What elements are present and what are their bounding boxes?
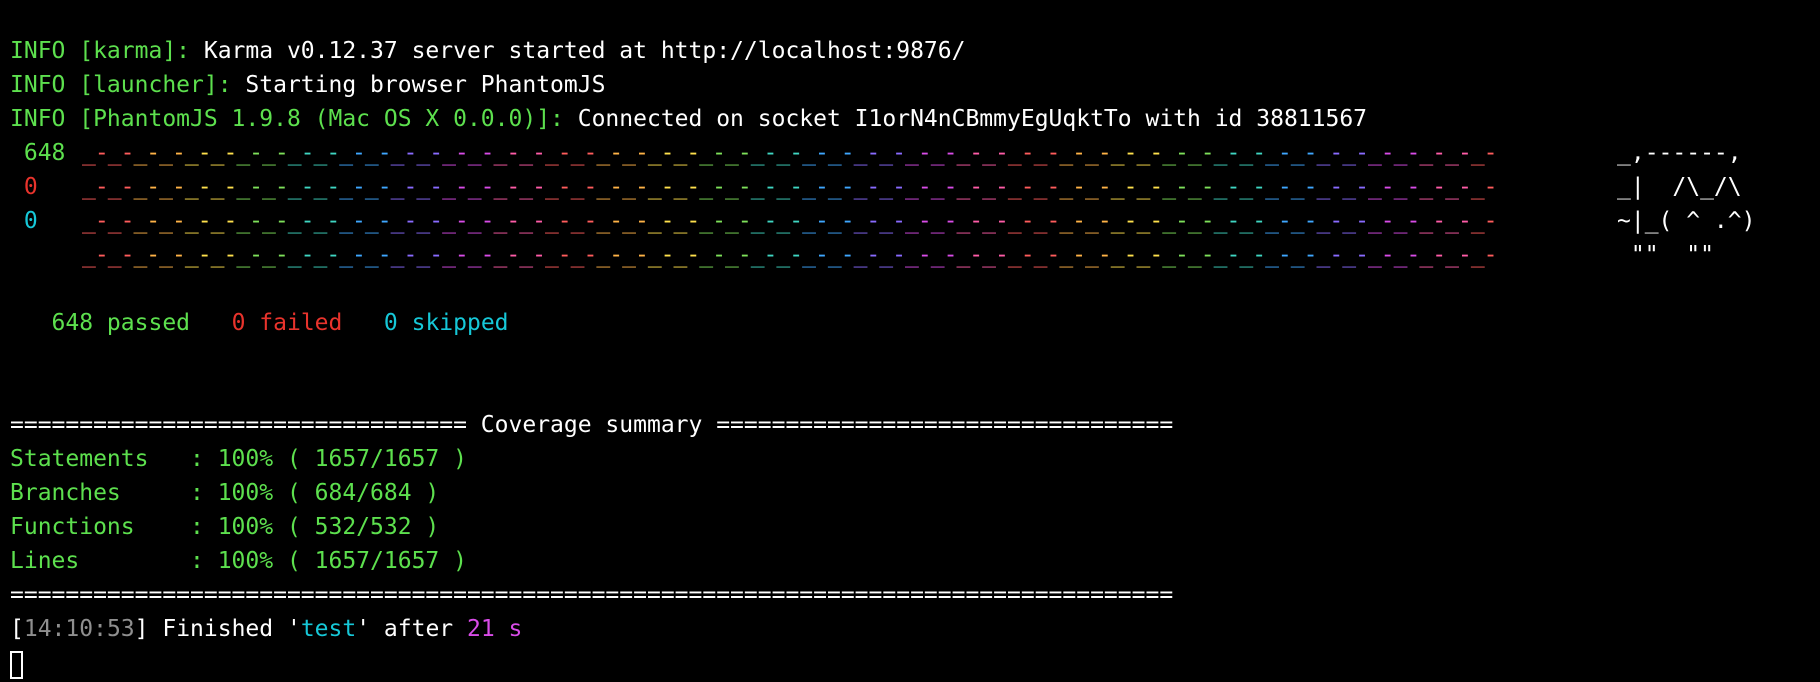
nyan-rainbow-trail: _-_-_-_-_-_-_-_-_-_-_-_-_-_-_-_-_-_-_-_-… (82, 140, 1498, 166)
nyan-cat-art: _,------, (1617, 140, 1742, 166)
nyan-rainbow-trail: _-_-_-_-_-_-_-_-_-_-_-_-_-_-_-_-_-_-_-_-… (82, 174, 1498, 200)
coverage-header: ================================= Covera… (10, 412, 1174, 438)
coverage-footer: ========================================… (10, 582, 1174, 608)
time-bracket-open: [ (10, 616, 24, 642)
nyan-row-feet: _-_-_-_-_-_-_-_-_-_-_-_-_-_-_-_-_-_-_-_-… (10, 238, 1810, 272)
nyan-rainbow-trail: _-_-_-_-_-_-_-_-_-_-_-_-_-_-_-_-_-_-_-_-… (82, 208, 1498, 234)
nyan-success-count: 648 (10, 140, 66, 166)
terminal-output: INFO [karma]: Karma v0.12.37 server star… (10, 34, 1810, 680)
timestamp: 14:10:53 (23, 616, 135, 642)
finished-text: Finished ' (148, 616, 301, 642)
time-bracket-close: ] (134, 616, 149, 642)
task-name: test (300, 616, 357, 642)
coverage-row-functions: Functions : 100% ( 532/532 ) (10, 514, 440, 540)
failed-count: 0 failed (231, 310, 343, 336)
coverage-row-statements: Statements : 100% ( 1657/1657 ) (10, 446, 467, 472)
test-summary: 648 passed 0 failed 0 skipped (10, 306, 1810, 340)
nyan-row-skipped: 0 _-_-_-_-_-_-_-_-_-_-_-_-_-_-_-_-_-_-_-_… (10, 204, 1810, 238)
gulp-finished-line: [14:10:53] Finished 'test' after 21 s (10, 612, 1810, 646)
nyan-failed-count: 0 (10, 174, 38, 200)
log-line-phantomjs: INFO [PhantomJS 1.9.8 (Mac OS X 0.0.0)]:… (10, 102, 1810, 136)
log-prefix: INFO [launcher]: (10, 72, 232, 98)
nyan-row-success: 648 _-_-_-_-_-_-_-_-_-_-_-_-_-_-_-_-_-_-_… (10, 136, 1810, 170)
nyan-cat-art: "" "" (1617, 242, 1714, 268)
coverage-row-lines: Lines : 100% ( 1657/1657 ) (10, 548, 467, 574)
log-prefix: INFO [karma]: (10, 38, 191, 64)
nyan-cat-art: _| /\_/\ (1617, 174, 1742, 200)
log-message: Karma v0.12.37 server started at http://… (190, 38, 966, 64)
log-message: Starting browser PhantomJS (231, 72, 606, 98)
log-message: Connected on socket I1orN4nCBmmyEgUqktTo… (563, 106, 1368, 132)
nyan-rainbow-trail: _-_-_-_-_-_-_-_-_-_-_-_-_-_-_-_-_-_-_-_-… (82, 242, 1498, 268)
passed-count: 648 passed (51, 310, 191, 336)
nyan-row-failed: 0 _-_-_-_-_-_-_-_-_-_-_-_-_-_-_-_-_-_-_-_… (10, 170, 1810, 204)
nyan-skipped-count: 0 (10, 208, 38, 234)
log-line-karma: INFO [karma]: Karma v0.12.37 server star… (10, 34, 1810, 68)
text-cursor[interactable] (10, 651, 23, 679)
duration: 21 s (467, 616, 523, 642)
coverage-row-branches: Branches : 100% ( 684/684 ) (10, 480, 440, 506)
after-text: ' after (356, 616, 467, 642)
nyan-cat-art: ~|_( ^ .^) (1617, 208, 1756, 234)
log-prefix: INFO [PhantomJS 1.9.8 (Mac OS X 0.0.0)]: (10, 106, 564, 132)
skipped-count: 0 skipped (383, 310, 509, 336)
prompt-line[interactable] (10, 646, 1810, 680)
log-line-launcher: INFO [launcher]: Starting browser Phanto… (10, 68, 1810, 102)
